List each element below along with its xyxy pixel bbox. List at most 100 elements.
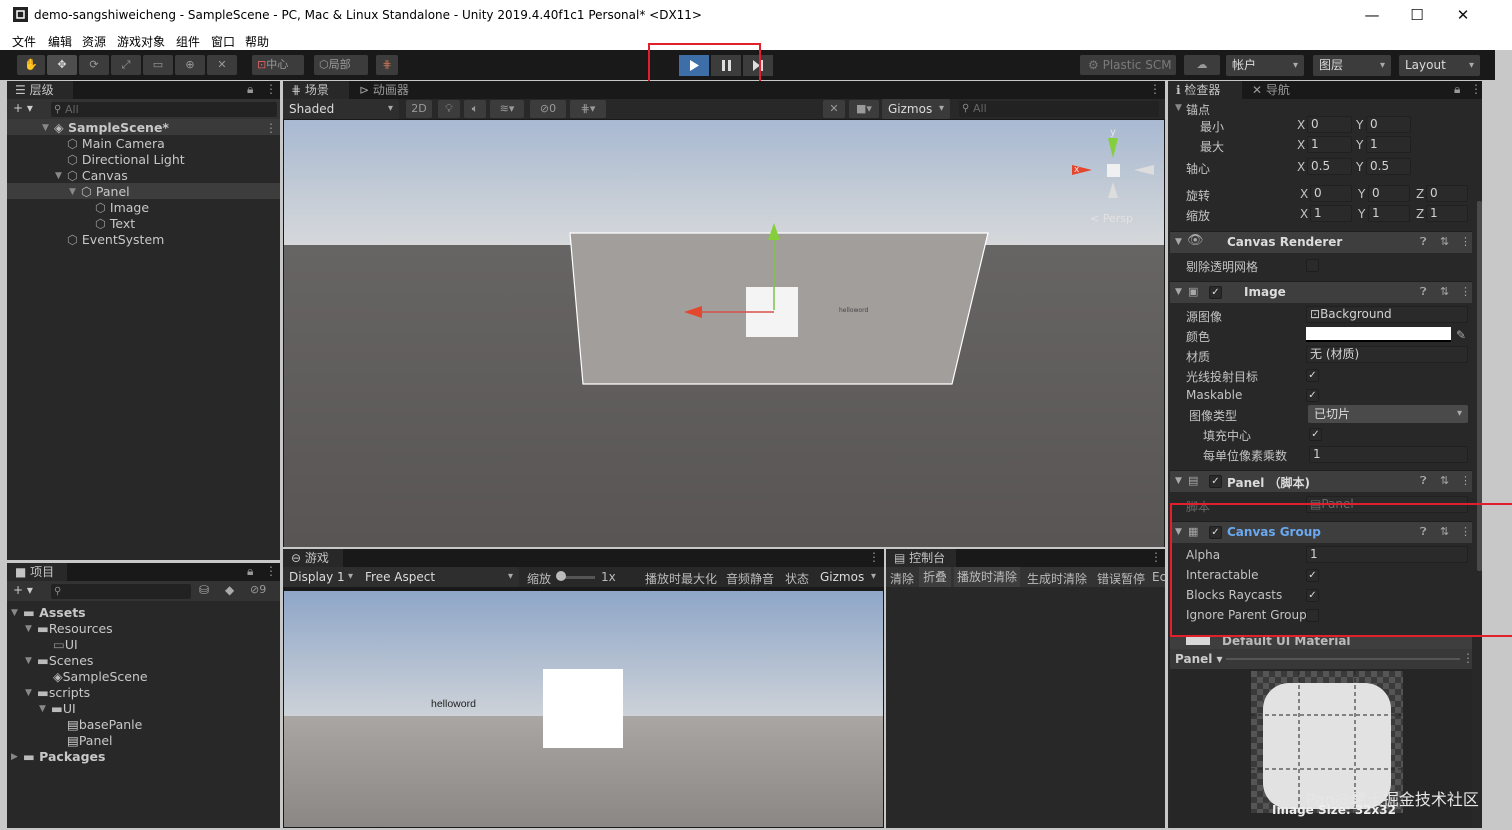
scale-z-field[interactable]: 1 xyxy=(1426,205,1468,222)
presets-icon[interactable]: ⇅ xyxy=(1440,285,1449,298)
expand-arrow-icon[interactable]: ▼ xyxy=(25,653,32,669)
panel-menu-icon[interactable]: ⋮ xyxy=(1150,550,1162,564)
canvas-renderer-header[interactable]: ▼ 👁︎ Canvas Renderer ❓︎ ⇅ ⋮ xyxy=(1170,231,1472,253)
image-component-header[interactable]: ▼ ▣ ✓ Image ❓︎ ⇅ ⋮ xyxy=(1170,281,1472,303)
scene-text-object[interactable]: helloword xyxy=(839,307,868,314)
hierarchy-item-text[interactable]: ⬡ Text xyxy=(95,216,135,232)
project-panel-script[interactable]: ▤Panel xyxy=(67,733,113,749)
component-menu-icon[interactable]: ⋮ xyxy=(1460,285,1471,298)
material-field[interactable]: 无 (材质) xyxy=(1306,346,1468,363)
component-menu-icon[interactable]: ⋮ xyxy=(1460,235,1471,248)
anchor-max-y-field[interactable]: 1 xyxy=(1366,136,1411,153)
transform-tool-icon[interactable]: ⊕ xyxy=(175,55,205,75)
audio-toggle-icon[interactable]: 🔈︎ xyxy=(464,100,486,118)
project-ui-folder[interactable]: ▭UI xyxy=(53,637,78,653)
hierarchy-item-directional-light[interactable]: ⬡ Directional Light xyxy=(67,152,185,168)
aspect-dropdown[interactable]: Free Aspect xyxy=(359,567,519,587)
panel-menu-icon[interactable]: ⋮ xyxy=(265,82,277,96)
fold-arrow-icon[interactable]: ▼ xyxy=(1175,237,1182,247)
scene-search-input[interactable]: All xyxy=(959,101,1159,117)
panel-menu-icon[interactable]: ⋮ xyxy=(868,550,880,564)
source-image-field[interactable]: ⊡Background xyxy=(1306,306,1468,323)
panel-script-header[interactable]: ▼ ▤ ✓ Panel （脚本) ❓︎ ⇅ ⋮ xyxy=(1170,470,1472,492)
project-scenes-folder[interactable]: ▬Scenes xyxy=(37,653,93,669)
expand-arrow-icon[interactable]: ▼ xyxy=(11,605,18,621)
menu-file[interactable]: 文件 xyxy=(12,33,36,50)
fill-center-checkbox[interactable]: ✓ xyxy=(1309,428,1322,441)
stats-toggle[interactable]: 状态 xyxy=(785,570,809,587)
filter-label-icon[interactable]: ◆ xyxy=(225,583,234,597)
effects-toggle-icon[interactable]: ≋▾ xyxy=(490,100,524,118)
lock-icon[interactable]: 🔒︎ xyxy=(1454,82,1460,97)
anchor-max-x-field[interactable]: 1 xyxy=(1307,136,1352,153)
project-add-button[interactable]: + ▾ xyxy=(13,583,33,597)
raycast-target-checkbox[interactable]: ✓ xyxy=(1306,369,1319,382)
pivot-y-field[interactable]: 0.5 xyxy=(1366,158,1411,175)
scale-x-field[interactable]: 1 xyxy=(1310,205,1352,222)
project-samplescene-asset[interactable]: ◈SampleScene xyxy=(53,669,148,685)
project-packages-folder[interactable]: ▬ Packages xyxy=(23,749,105,765)
menu-assets[interactable]: 资源 xyxy=(82,33,106,50)
scene-menu-icon[interactable]: ⋮ xyxy=(265,121,277,135)
hierarchy-search-input[interactable]: All xyxy=(51,102,277,117)
panel-script-enabled-checkbox[interactable]: ✓ xyxy=(1209,475,1222,488)
eyedropper-icon[interactable]: ✎ xyxy=(1456,328,1466,342)
tab-navigation[interactable]: ✕ 导航 xyxy=(1244,81,1304,99)
expand-arrow-icon[interactable]: ▼ xyxy=(39,701,46,717)
console-clear-on-play-button[interactable]: 播放时清除 xyxy=(954,567,1021,587)
lock-icon[interactable]: 🔒︎ xyxy=(247,82,253,97)
preview-object-dropdown[interactable]: Panel ▾ xyxy=(1175,652,1223,666)
anchors-fold-icon[interactable]: ▼ xyxy=(1175,100,1182,116)
menu-edit[interactable]: 编辑 xyxy=(48,33,72,50)
layers-dropdown[interactable]: 图层 xyxy=(1313,55,1391,76)
tab-console[interactable]: ▤ 控制台 xyxy=(886,549,956,567)
image-enabled-checkbox[interactable]: ✓ xyxy=(1209,286,1222,299)
console-collapse-button[interactable]: 折叠 xyxy=(919,567,952,587)
panel-menu-icon[interactable]: ⋮ xyxy=(265,564,277,578)
anchor-min-y-field[interactable]: 0 xyxy=(1366,116,1411,133)
collapse-arrow-icon[interactable]: ▶ xyxy=(11,749,18,765)
game-viewport[interactable]: helloword xyxy=(284,591,883,827)
fold-arrow-icon[interactable]: ▼ xyxy=(1175,476,1182,486)
scale-tool-icon[interactable]: ⤢ xyxy=(111,55,141,75)
console-editor-button[interactable]: Ec xyxy=(1152,570,1165,584)
cloud-icon[interactable]: ☁ xyxy=(1184,55,1220,75)
2d-mode-toggle[interactable]: 2D xyxy=(406,100,432,118)
shading-mode-dropdown[interactable]: Shaded xyxy=(283,99,399,119)
project-assets-folder[interactable]: ▬ Assets xyxy=(23,605,86,621)
custom-tool-icon[interactable]: ✕ xyxy=(207,55,237,75)
pivot-x-field[interactable]: 0.5 xyxy=(1307,158,1352,175)
image-type-dropdown[interactable]: 已切片 xyxy=(1308,405,1468,423)
project-resources-folder[interactable]: ▬Resources xyxy=(37,621,113,637)
layout-dropdown[interactable]: Layout xyxy=(1399,55,1480,76)
filter-type-icon[interactable]: ⛁ xyxy=(199,583,209,597)
menu-component[interactable]: 组件 xyxy=(176,33,200,50)
menu-window[interactable]: 窗口 xyxy=(211,33,235,50)
console-clear-on-build-button[interactable]: 生成时清除 xyxy=(1027,570,1087,587)
mute-audio-toggle[interactable]: 音频静音 xyxy=(726,570,774,587)
hierarchy-item-eventsystem[interactable]: ⬡ EventSystem xyxy=(67,232,164,248)
rect-tool-icon[interactable]: ▭ xyxy=(143,55,173,75)
close-button[interactable]: ✕ xyxy=(1448,4,1478,26)
expand-arrow-icon[interactable]: ▼ xyxy=(42,120,49,136)
tab-inspector[interactable]: ℹ 检查器 xyxy=(1168,81,1242,99)
scene-viewport[interactable]: helloword y x < Persp xyxy=(284,120,1164,547)
material-header[interactable]: Default UI Material xyxy=(1170,637,1472,649)
lock-icon[interactable]: 🔒︎ xyxy=(247,564,253,579)
project-scripts-ui-folder[interactable]: ▬UI xyxy=(51,701,76,717)
rotation-y-field[interactable]: 0 xyxy=(1368,185,1410,202)
rotation-z-field[interactable]: 0 xyxy=(1426,185,1468,202)
preview-menu-icon[interactable]: ⋮ xyxy=(1462,651,1474,665)
hidden-objects-toggle[interactable]: ⊘0 xyxy=(530,100,566,118)
panel-menu-icon[interactable]: ⋮ xyxy=(1470,82,1482,96)
tab-game[interactable]: ⊖ 游戏 xyxy=(283,549,343,567)
component-menu-icon[interactable]: ⋮ xyxy=(1460,474,1471,487)
scene-gizmos-dropdown[interactable]: Gizmos xyxy=(882,99,950,119)
expand-arrow-icon[interactable]: ▼ xyxy=(25,621,32,637)
help-icon[interactable]: ❓︎ xyxy=(1420,285,1427,299)
game-gizmos-dropdown[interactable]: Gizmos xyxy=(814,567,882,587)
rotate-tool-icon[interactable]: ⟳ xyxy=(79,55,109,75)
hand-tool-icon[interactable]: ✋ xyxy=(17,55,45,75)
tab-scene[interactable]: ⋕ 场景 xyxy=(283,81,349,99)
scale-slider-handle[interactable] xyxy=(556,571,566,581)
